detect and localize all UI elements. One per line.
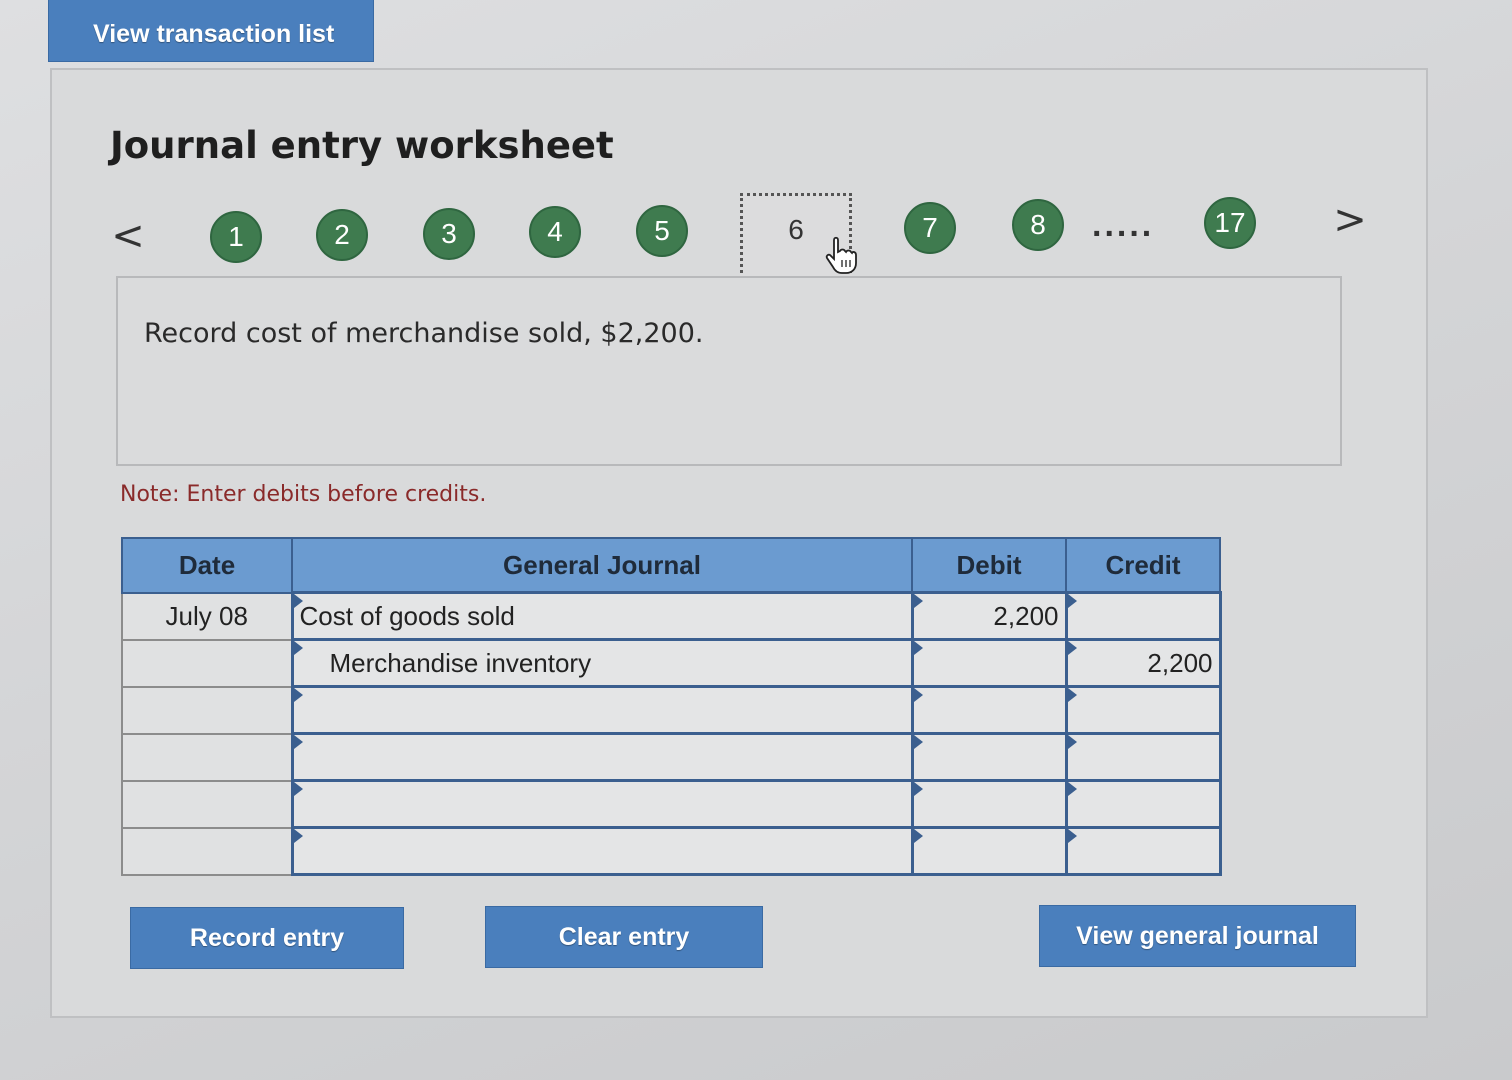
clear-entry-button[interactable]: Clear entry	[485, 906, 763, 968]
step-3-button[interactable]: 3	[423, 208, 475, 260]
transaction-description: Record cost of merchandise sold, $2,200.	[144, 318, 704, 349]
page-title: Journal entry worksheet	[110, 124, 614, 167]
table-row	[121, 826, 1222, 876]
hand-pointer-icon	[825, 236, 857, 274]
step-17-button[interactable]: 17	[1204, 197, 1256, 249]
cell-marker-icon	[1067, 829, 1077, 843]
cell-marker-icon	[293, 688, 303, 702]
step-7-button[interactable]: 7	[904, 202, 956, 254]
date-cell[interactable]	[121, 779, 293, 829]
debit-column-header: Debit	[911, 537, 1067, 594]
credit-cell[interactable]	[1064, 591, 1222, 641]
cell-marker-icon	[1067, 594, 1077, 608]
cell-marker-icon	[293, 782, 303, 796]
table-row	[121, 685, 1222, 735]
general-journal-column-header: General Journal	[291, 537, 913, 594]
cell-marker-icon	[913, 594, 923, 608]
account-cell[interactable]	[290, 732, 914, 782]
account-cell[interactable]	[290, 826, 914, 876]
cell-marker-icon	[1067, 641, 1077, 655]
cell-marker-icon	[293, 594, 303, 608]
date-cell[interactable]: July 08	[121, 591, 293, 641]
credit-text: 2,200	[1147, 647, 1213, 678]
step-8-button[interactable]: 8	[1012, 199, 1064, 251]
credit-cell[interactable]	[1064, 826, 1222, 876]
cell-marker-icon	[913, 641, 923, 655]
account-cell[interactable]: Merchandise inventory	[290, 638, 914, 688]
step-1-button[interactable]: 1	[210, 211, 262, 263]
entry-note: Note: Enter debits before credits.	[120, 482, 487, 507]
step-4-button[interactable]: 4	[529, 206, 581, 258]
cell-marker-icon	[913, 735, 923, 749]
view-transaction-list-button[interactable]: View transaction list	[48, 0, 374, 62]
debit-cell[interactable]	[910, 638, 1068, 688]
transaction-description-box	[116, 276, 1342, 466]
table-row: Merchandise inventory 2,200	[121, 638, 1222, 688]
table-row	[121, 732, 1222, 782]
cell-marker-icon	[913, 688, 923, 702]
debit-cell[interactable]	[910, 826, 1068, 876]
cell-marker-icon	[1067, 735, 1077, 749]
prev-step-arrow[interactable]: <	[108, 216, 148, 256]
account-cell[interactable]: Cost of goods sold	[290, 591, 914, 641]
date-column-header: Date	[121, 537, 293, 594]
date-cell[interactable]	[121, 826, 293, 876]
account-cell[interactable]	[290, 685, 914, 735]
step-ellipsis: .....	[1092, 206, 1155, 244]
debit-cell[interactable]	[910, 732, 1068, 782]
journal-header-row: Date General Journal Debit Credit	[121, 537, 1221, 594]
account-cell[interactable]	[290, 779, 914, 829]
cell-marker-icon	[1067, 782, 1077, 796]
debit-cell[interactable]	[910, 779, 1068, 829]
table-row	[121, 779, 1222, 829]
credit-cell[interactable]	[1064, 732, 1222, 782]
cell-marker-icon	[1067, 688, 1077, 702]
credit-column-header: Credit	[1065, 537, 1221, 594]
cell-marker-icon	[293, 641, 303, 655]
step-5-button[interactable]: 5	[636, 205, 688, 257]
credit-cell[interactable]	[1064, 685, 1222, 735]
step-2-button[interactable]: 2	[316, 209, 368, 261]
debit-cell[interactable]: 2,200	[910, 591, 1068, 641]
credit-cell[interactable]	[1064, 779, 1222, 829]
cell-marker-icon	[913, 829, 923, 843]
journal-table: Date General Journal Debit Credit July 0…	[121, 537, 1222, 876]
cell-marker-icon	[293, 829, 303, 843]
cell-marker-icon	[913, 782, 923, 796]
record-entry-button[interactable]: Record entry	[130, 907, 404, 969]
date-cell[interactable]	[121, 732, 293, 782]
table-row: July 08 Cost of goods sold 2,200	[121, 591, 1222, 641]
account-text: Merchandise inventory	[329, 647, 592, 678]
cell-marker-icon	[293, 735, 303, 749]
account-text: Cost of goods sold	[299, 600, 515, 631]
next-step-arrow[interactable]: >	[1330, 200, 1370, 240]
date-cell[interactable]	[121, 685, 293, 735]
credit-cell[interactable]: 2,200	[1064, 638, 1222, 688]
date-cell[interactable]	[121, 638, 293, 688]
debit-cell[interactable]	[910, 685, 1068, 735]
view-general-journal-button[interactable]: View general journal	[1039, 905, 1356, 967]
debit-text: 2,200	[993, 600, 1059, 631]
